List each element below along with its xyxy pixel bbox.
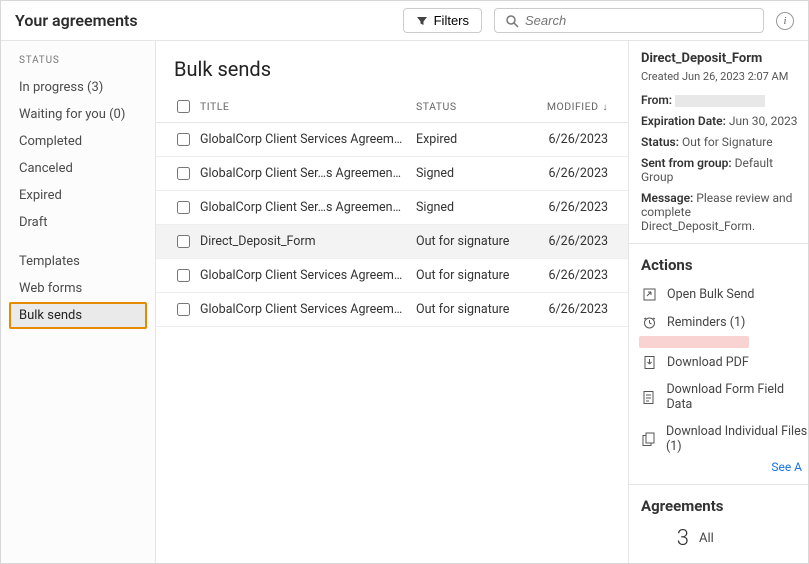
filters-label: Filters [434,13,469,28]
row-checkbox[interactable] [177,269,190,282]
sidebar-item-web-forms[interactable]: Web forms [1,275,155,302]
col-status[interactable]: STATUS [416,100,536,113]
sidebar-status-header: STATUS [1,55,155,74]
agreements-heading: Agreements [641,497,808,515]
row-checkbox[interactable] [177,303,190,316]
row-status: Signed [416,166,536,181]
main-title: Bulk sends [156,57,628,91]
table-row[interactable]: GlobalCorp Client Ser…s Agreement with f… [156,191,628,225]
action-highlight-marker [639,336,749,348]
detail-group: Sent from group: Default Group [641,156,808,184]
sidebar-item-in-progress[interactable]: In progress (3) [1,74,155,101]
row-title: GlobalCorp Client Services Agreement [200,302,416,317]
col-title[interactable]: TITLE [200,100,416,113]
row-modified: 6/26/2023 [536,302,618,317]
files-icon [641,431,656,447]
row-status: Out for signature [416,302,536,317]
from-redacted [675,95,765,107]
detail-title: Direct_Deposit_Form [641,51,808,66]
table-row[interactable]: Direct_Deposit_FormOut for signature6/26… [156,225,628,259]
detail-created: Created Jun 26, 2023 2:07 AM [641,70,808,83]
row-title: GlobalCorp Client Services Agreement [200,132,416,147]
detail-message: Message: Please review and complete Dire… [641,191,808,233]
sidebar-item-bulk-sends[interactable]: Bulk sends [9,302,147,329]
info-icon[interactable]: i [776,12,794,30]
row-modified: 6/26/2023 [536,234,618,249]
row-checkbox[interactable] [177,235,190,248]
row-title: Direct_Deposit_Form [200,234,416,249]
actions-heading: Actions [641,256,808,274]
row-modified: 6/26/2023 [536,200,618,215]
row-status: Expired [416,132,536,147]
sidebar-item-templates[interactable]: Templates [1,248,155,275]
table-row[interactable]: GlobalCorp Client Services AgreementOut … [156,259,628,293]
download-icon [641,354,657,370]
table-row[interactable]: GlobalCorp Client Services AgreementExpi… [156,123,628,157]
agreement-count: 1 [667,561,689,563]
clock-icon [641,314,657,330]
row-status: Signed [416,200,536,215]
sidebar-item-canceled[interactable]: Canceled [1,155,155,182]
sidebar-item-waiting[interactable]: Waiting for you (0) [1,101,155,128]
detail-panel: Direct_Deposit_Form Created Jun 26, 2023… [628,41,808,563]
table-row[interactable]: GlobalCorp Client Services AgreementOut … [156,293,628,327]
search-icon [505,14,519,28]
sidebar-item-draft[interactable]: Draft [1,209,155,236]
col-modified[interactable]: MODIFIED↓ [536,100,618,113]
row-checkbox[interactable] [177,133,190,146]
filters-button[interactable]: Filters [403,8,482,33]
search-input[interactable] [525,13,753,28]
sidebar-item-expired[interactable]: Expired [1,182,155,209]
agreement-count-row[interactable]: 3 All [641,521,808,556]
row-status: Out for signature [416,234,536,249]
filter-icon [416,15,428,27]
sidebar-item-completed[interactable]: Completed [1,128,155,155]
row-modified: 6/26/2023 [536,132,618,147]
action-open-bulk-send[interactable]: Open Bulk Send [641,280,808,308]
search-wrap[interactable] [494,8,764,33]
row-checkbox[interactable] [177,201,190,214]
bulk-sends-table: TITLE STATUS MODIFIED↓ GlobalCorp Client… [156,91,628,327]
row-title: GlobalCorp Client Ser…s Agreement with f… [200,166,416,181]
action-download-form-data[interactable]: Download Form Field Data [641,376,808,418]
row-checkbox[interactable] [177,167,190,180]
action-reminders[interactable]: Reminders (1) [641,308,808,336]
table-row[interactable]: GlobalCorp Client Ser…s Agreement with f… [156,157,628,191]
action-download-individual[interactable]: Download Individual Files (1) [641,418,808,460]
row-title: GlobalCorp Client Services Agreement [200,268,416,283]
sort-desc-icon: ↓ [603,102,609,113]
agreement-count-row[interactable]: 1In Progress [641,556,808,563]
detail-status: Status: Out for Signature [641,135,808,149]
row-modified: 6/26/2023 [536,166,618,181]
agreement-label: All [699,531,714,546]
table-header: TITLE STATUS MODIFIED↓ [156,91,628,123]
open-icon [641,286,657,302]
row-status: Out for signature [416,268,536,283]
agreement-count: 3 [667,526,689,551]
main-content: Bulk sends TITLE STATUS MODIFIED↓ Global… [156,41,628,563]
see-all-link[interactable]: See A [641,460,808,474]
action-download-pdf[interactable]: Download PDF [641,348,808,376]
row-title: GlobalCorp Client Ser…s Agreement with f… [200,200,416,215]
page-title: Your agreements [15,11,138,30]
top-bar: Your agreements Filters i [1,1,808,41]
detail-from: From: [641,93,808,107]
form-data-icon [641,389,656,405]
row-modified: 6/26/2023 [536,268,618,283]
detail-expiration: Expiration Date: Jun 30, 2023 [641,114,808,128]
sidebar: STATUS In progress (3) Waiting for you (… [1,41,156,563]
select-all-checkbox[interactable] [177,100,190,113]
